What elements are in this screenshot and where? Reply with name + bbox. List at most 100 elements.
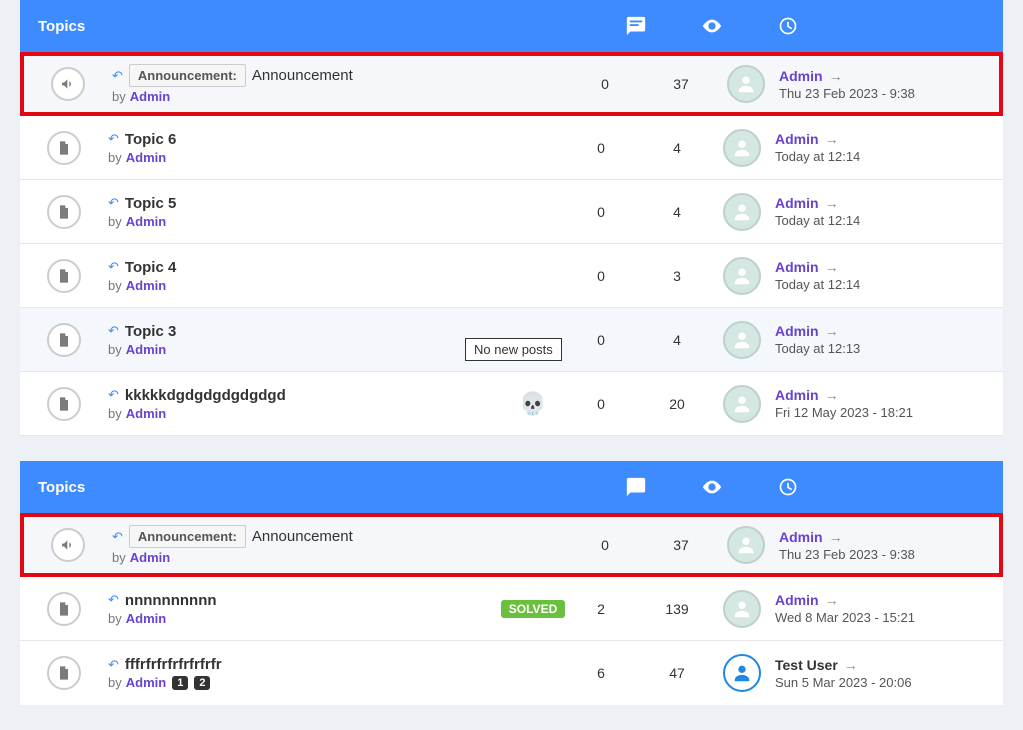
document-icon (47, 131, 81, 165)
lastpost-author[interactable]: Admin (775, 131, 819, 147)
topic-row-announcement[interactable]: ↶Announcement:Announcement by Admin 0 37… (20, 513, 1003, 577)
views-icon (674, 476, 750, 498)
topics-heading: Topics (38, 479, 538, 496)
topic-title[interactable]: Topic 6 (125, 131, 176, 148)
lastpost-date: Thu 23 Feb 2023 - 9:38 (779, 547, 915, 562)
topic-row[interactable]: ↶Topic 4 by Admin 0 3 Admin→ Today at 12… (20, 244, 1003, 308)
megaphone-icon (51, 528, 85, 562)
lastpost-date: Today at 12:13 (775, 341, 860, 356)
lastpost-date: Today at 12:14 (775, 149, 860, 164)
topic-title[interactable]: Topic 3 (125, 323, 176, 340)
reply-arrow-icon: ↶ (108, 387, 119, 403)
topic-title[interactable]: Topic 4 (125, 259, 176, 276)
topic-row[interactable]: ↶nnnnnnnnnn by Admin SOLVED 2 139 Admin→… (20, 577, 1003, 641)
goto-arrow-icon[interactable]: → (825, 592, 839, 608)
document-icon (47, 259, 81, 293)
lastpost-icon (750, 16, 826, 36)
replies-count: 0 (567, 76, 643, 92)
views-count: 37 (643, 76, 719, 92)
lastpost-author[interactable]: Admin (779, 68, 823, 84)
reply-arrow-icon: ↶ (112, 68, 123, 84)
goto-arrow-icon[interactable]: → (825, 387, 839, 403)
lastpost-date: Fri 12 May 2023 - 18:21 (775, 405, 913, 420)
topic-title[interactable]: nnnnnnnnnn (125, 592, 217, 609)
page-link[interactable]: 1 (172, 676, 188, 690)
topic-author[interactable]: Admin (126, 611, 166, 626)
document-icon (47, 656, 81, 690)
lastpost-author[interactable]: Test User (775, 657, 838, 673)
views-count: 37 (643, 537, 719, 553)
reply-arrow-icon: ↶ (108, 259, 119, 275)
avatar[interactable] (723, 193, 761, 231)
views-count: 4 (639, 332, 715, 348)
lastpost-date: Sun 5 Mar 2023 - 20:06 (775, 675, 912, 690)
views-count: 4 (639, 140, 715, 156)
announcement-badge: Announcement: (129, 64, 246, 87)
replies-count: 0 (567, 537, 643, 553)
solved-badge: SOLVED (501, 600, 565, 618)
topic-author[interactable]: Admin (126, 406, 166, 421)
avatar[interactable] (727, 65, 765, 103)
topic-author[interactable]: Admin (126, 342, 166, 357)
avatar[interactable] (723, 321, 761, 359)
page-link[interactable]: 2 (194, 676, 210, 690)
lastpost-author[interactable]: Admin (775, 259, 819, 275)
lastpost-date: Today at 12:14 (775, 277, 860, 292)
topic-row[interactable]: ↶fffrfrfrfrfrfrfrfr by Admin 1 2 6 47 Te… (20, 641, 1003, 705)
section-header: Topics (20, 0, 1003, 52)
skull-emoji-icon: 💀 (519, 391, 546, 417)
topic-title[interactable]: Announcement (252, 67, 353, 84)
topic-author[interactable]: Admin (126, 214, 166, 229)
lastpost-author[interactable]: Admin (775, 592, 819, 608)
topic-author[interactable]: Admin (126, 675, 166, 690)
topic-row[interactable]: ↶kkkkkdgdgdgdgdgdgd by Admin 💀 0 20 Admi… (20, 372, 1003, 436)
lastpost-date: Wed 8 Mar 2023 - 15:21 (775, 610, 915, 625)
document-icon (47, 195, 81, 229)
announcement-badge: Announcement: (129, 525, 246, 548)
topic-row[interactable]: ↶Topic 3 by Admin No new posts 0 4 Admin… (20, 308, 1003, 372)
avatar[interactable] (723, 654, 761, 692)
megaphone-icon (51, 67, 85, 101)
lastpost-author[interactable]: Admin (775, 323, 819, 339)
document-icon (47, 387, 81, 421)
goto-arrow-icon[interactable]: → (825, 323, 839, 339)
avatar[interactable] (723, 385, 761, 423)
goto-arrow-icon[interactable]: → (829, 529, 843, 545)
topic-author[interactable]: Admin (126, 278, 166, 293)
topic-section-2: Topics ↶Announcement:Announcement by Adm… (20, 461, 1003, 705)
views-icon (674, 15, 750, 37)
avatar[interactable] (723, 257, 761, 295)
topic-author[interactable]: Admin (126, 150, 166, 165)
replies-count: 0 (563, 140, 639, 156)
lastpost-date: Today at 12:14 (775, 213, 860, 228)
topic-row-announcement[interactable]: ↶ Announcement: Announcement by Admin 0 … (20, 52, 1003, 116)
topic-row[interactable]: ↶Topic 5 by Admin 0 4 Admin→ Today at 12… (20, 180, 1003, 244)
avatar[interactable] (723, 129, 761, 167)
replies-count: 0 (563, 268, 639, 284)
avatar[interactable] (727, 526, 765, 564)
views-count: 20 (639, 396, 715, 412)
topics-heading: Topics (38, 18, 538, 35)
topic-title[interactable]: fffrfrfrfrfrfrfrfr (125, 656, 222, 673)
goto-arrow-icon[interactable]: → (825, 259, 839, 275)
lastpost-author[interactable]: Admin (775, 387, 819, 403)
goto-arrow-icon[interactable]: → (829, 68, 843, 84)
goto-arrow-icon[interactable]: → (844, 657, 858, 673)
no-new-posts-tooltip: No new posts (465, 338, 562, 361)
topic-author[interactable]: Admin (130, 550, 170, 565)
lastpost-author[interactable]: Admin (779, 529, 823, 545)
topic-author[interactable]: Admin (130, 89, 170, 104)
section-header: Topics (20, 461, 1003, 513)
replies-count: 0 (563, 396, 639, 412)
topic-title[interactable]: kkkkkdgdgdgdgdgdgd (125, 387, 286, 404)
topic-title[interactable]: Topic 5 (125, 195, 176, 212)
topic-title[interactable]: Announcement (252, 528, 353, 545)
lastpost-icon (750, 477, 826, 497)
topic-row[interactable]: ↶Topic 6 by Admin 0 4 Admin→ Today at 12… (20, 116, 1003, 180)
document-icon (47, 592, 81, 626)
avatar[interactable] (723, 590, 761, 628)
views-count: 4 (639, 204, 715, 220)
lastpost-author[interactable]: Admin (775, 195, 819, 211)
goto-arrow-icon[interactable]: → (825, 131, 839, 147)
goto-arrow-icon[interactable]: → (825, 195, 839, 211)
